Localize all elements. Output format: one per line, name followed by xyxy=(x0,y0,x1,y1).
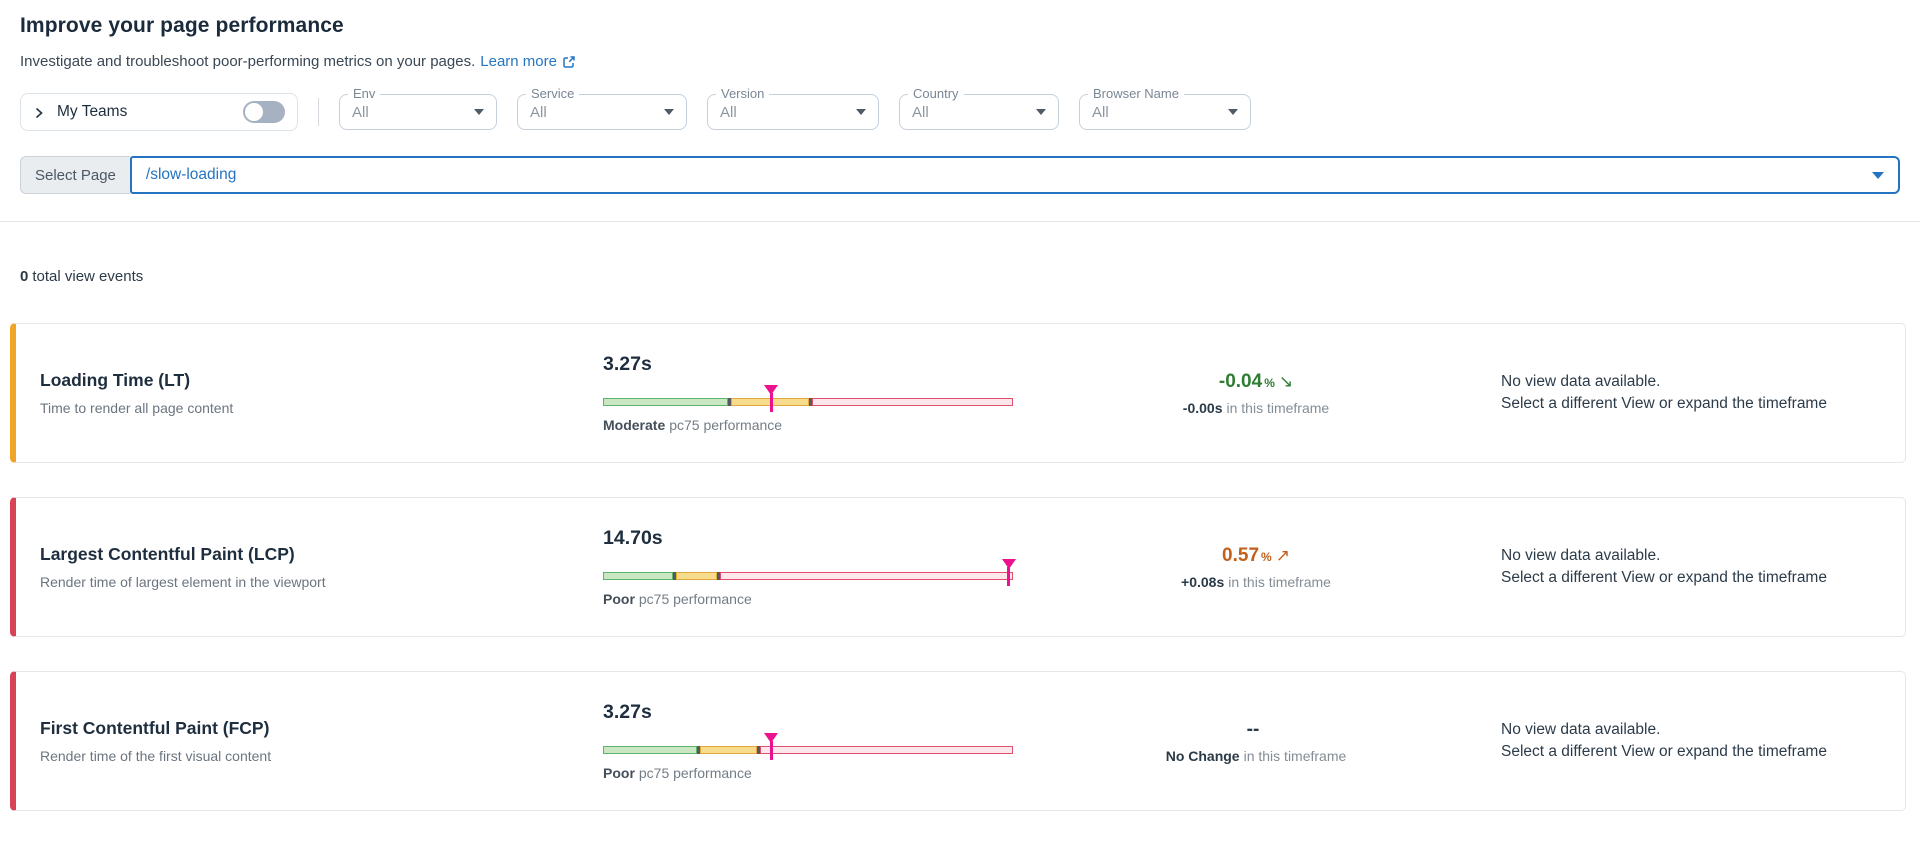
metric-name: Loading Time (LT) xyxy=(40,370,581,391)
no-data-message: No view data available. Select a differe… xyxy=(1441,371,1905,416)
gauge-segment-poor xyxy=(720,572,1013,580)
gauge-segment-good xyxy=(603,572,673,580)
chevron-down-icon xyxy=(856,109,866,115)
browser-name-filter-label: Browser Name xyxy=(1088,86,1184,101)
country-filter-value: All xyxy=(912,104,929,121)
my-teams-label: My Teams xyxy=(57,103,127,121)
metric-description: Render time of largest element in the vi… xyxy=(40,574,581,590)
total-view-events: 0total view events xyxy=(20,268,1900,285)
metric-name: Largest Contentful Paint (LCP) xyxy=(40,544,581,565)
metric-name: First Contentful Paint (FCP) xyxy=(40,718,581,739)
env-filter-dropdown[interactable]: Env All xyxy=(339,94,497,130)
metric-value: 3.27s xyxy=(603,701,1071,724)
country-filter-label: Country xyxy=(908,86,964,101)
trend-delta: -0.00sin this timeframe xyxy=(1071,400,1441,416)
metric-card-largest-contentful-paint: Largest Contentful Paint (LCP) Render ti… xyxy=(10,497,1906,637)
filter-divider xyxy=(318,98,319,126)
service-filter-value: All xyxy=(530,104,547,121)
performance-label: Poorpc75 performance xyxy=(603,765,1071,781)
browser-name-filter-value: All xyxy=(1092,104,1109,121)
subtitle-text: Investigate and troubleshoot poor-perfor… xyxy=(20,53,475,70)
metric-description: Render time of the first visual content xyxy=(40,748,581,764)
trend-delta: No Changein this timeframe xyxy=(1071,748,1441,764)
no-data-message: No view data available. Select a differe… xyxy=(1441,545,1905,590)
metric-card-first-contentful-paint: First Contentful Paint (FCP) Render time… xyxy=(10,671,1906,811)
performance-gauge xyxy=(603,572,1013,580)
chevron-down-icon xyxy=(1036,109,1046,115)
my-teams-toggle[interactable] xyxy=(243,101,285,123)
version-filter-label: Version xyxy=(716,86,769,101)
country-filter-dropdown[interactable]: Country All xyxy=(899,94,1059,130)
select-page-row: Select Page /slow-loading xyxy=(20,156,1900,194)
gauge-segment-moderate xyxy=(700,746,758,754)
trend-arrow-icon: ↘ xyxy=(1279,372,1293,392)
chevron-down-icon xyxy=(474,109,484,115)
select-page-value: /slow-loading xyxy=(146,166,236,184)
section-divider xyxy=(0,221,1920,222)
trend-arrow-icon: ↗ xyxy=(1276,546,1290,566)
event-count-number: 0 xyxy=(20,268,28,285)
gauge-segment-good xyxy=(603,746,697,754)
metric-cards: Loading Time (LT) Time to render all pag… xyxy=(10,323,1906,811)
event-count-label: total view events xyxy=(32,268,143,285)
env-filter-value: All xyxy=(352,104,369,121)
chevron-down-icon xyxy=(1228,109,1238,115)
page-performance-panel: Improve your page performance Investigat… xyxy=(0,0,1920,811)
chevron-down-icon[interactable] xyxy=(1872,172,1884,179)
metric-card-loading-time: Loading Time (LT) Time to render all pag… xyxy=(10,323,1906,463)
trend-percentage: -- xyxy=(1071,719,1441,741)
page-subtitle: Investigate and troubleshoot poor-perfor… xyxy=(20,53,1900,70)
performance-gauge xyxy=(603,746,1013,754)
learn-more-link[interactable]: Learn more xyxy=(480,53,557,70)
gauge-segment-poor xyxy=(760,746,1013,754)
page-title: Improve your page performance xyxy=(20,14,1900,38)
select-page-dropdown[interactable]: /slow-loading xyxy=(130,156,1900,194)
metric-value: 3.27s xyxy=(603,353,1071,376)
trend-percentage: 0.57%↗ xyxy=(1071,545,1441,567)
performance-label: Poorpc75 performance xyxy=(603,591,1071,607)
service-filter-label: Service xyxy=(526,86,579,101)
gauge-segment-moderate xyxy=(676,572,718,580)
chevron-down-icon xyxy=(664,109,674,115)
my-teams-filter[interactable]: My Teams xyxy=(20,93,298,131)
select-page-label: Select Page xyxy=(20,156,130,194)
gauge-segment-poor xyxy=(812,398,1013,406)
no-data-message: No view data available. Select a differe… xyxy=(1441,719,1905,764)
metric-value: 14.70s xyxy=(603,527,1071,550)
performance-gauge xyxy=(603,398,1013,406)
trend-delta: +0.08sin this timeframe xyxy=(1071,574,1441,590)
external-link-icon[interactable] xyxy=(562,55,576,69)
trend-percentage: -0.04%↘ xyxy=(1071,371,1441,393)
gauge-segment-good xyxy=(603,398,728,406)
toggle-knob xyxy=(245,103,263,121)
env-filter-label: Env xyxy=(348,86,380,101)
version-filter-dropdown[interactable]: Version All xyxy=(707,94,879,130)
performance-label: Moderatepc75 performance xyxy=(603,417,1071,433)
browser-name-filter-dropdown[interactable]: Browser Name All xyxy=(1079,94,1251,130)
service-filter-dropdown[interactable]: Service All xyxy=(517,94,687,130)
version-filter-value: All xyxy=(720,104,737,121)
filter-bar: My Teams Env All Service All Version All… xyxy=(20,92,1900,132)
metric-description: Time to render all page content xyxy=(40,400,581,416)
chevron-right-icon[interactable] xyxy=(33,106,45,118)
